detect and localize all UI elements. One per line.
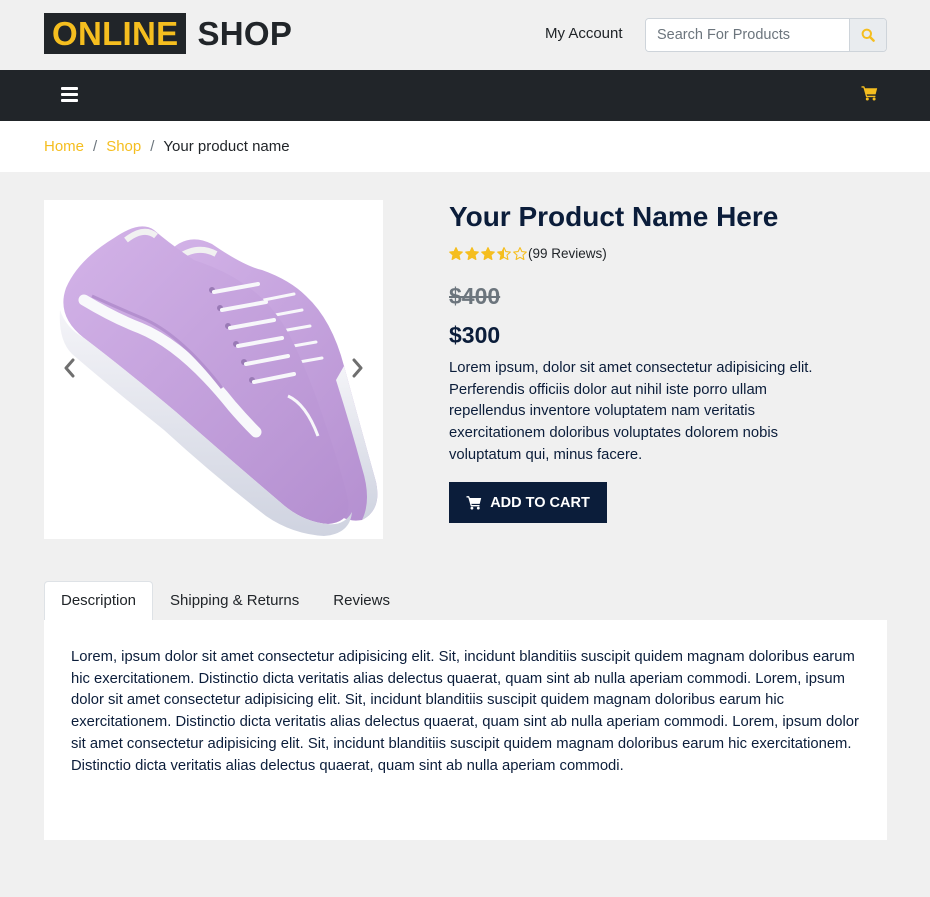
logo-online-text: ONLINE bbox=[44, 13, 187, 54]
star-empty-icon bbox=[513, 247, 527, 260]
old-price: $400 bbox=[449, 283, 501, 309]
search-icon bbox=[861, 28, 875, 42]
site-header: ONLINE SHOP My Account bbox=[0, 0, 930, 70]
cart-button[interactable] bbox=[861, 85, 878, 106]
my-account-link[interactable]: My Account bbox=[545, 24, 623, 44]
breadcrumb-current: Your product name bbox=[163, 138, 290, 155]
product-title: Your Product Name Here bbox=[449, 201, 779, 232]
tab-description[interactable]: Description bbox=[44, 581, 154, 620]
chevron-left-icon bbox=[64, 358, 75, 378]
breadcrumb-separator: / bbox=[150, 138, 155, 155]
front-shoe bbox=[59, 226, 352, 536]
add-to-cart-button[interactable]: ADD TO CART bbox=[449, 482, 607, 523]
star-full-icon bbox=[481, 247, 495, 260]
breadcrumb: Home / Shop / Your product name bbox=[44, 137, 290, 157]
product-rating: (99 Reviews) bbox=[449, 246, 607, 261]
product-image bbox=[59, 226, 378, 536]
reviews-count[interactable]: (99 Reviews) bbox=[528, 246, 607, 261]
breadcrumb-separator: / bbox=[93, 138, 98, 155]
tab-description-text: Lorem, ipsum dolor sit amet consectetur … bbox=[71, 649, 859, 774]
product-tabs: Description Shipping & Returns Reviews bbox=[44, 581, 407, 620]
search-input[interactable] bbox=[646, 19, 849, 51]
search-box bbox=[645, 18, 887, 52]
cart-icon bbox=[466, 496, 482, 510]
add-to-cart-label: ADD TO CART bbox=[490, 494, 590, 511]
star-full-icon bbox=[449, 247, 463, 260]
main-navbar bbox=[0, 70, 930, 121]
search-button[interactable] bbox=[849, 19, 886, 51]
star-half-icon bbox=[497, 247, 511, 260]
new-price: $300 bbox=[449, 322, 501, 348]
chevron-right-icon bbox=[352, 358, 363, 378]
breadcrumb-shop[interactable]: Shop bbox=[106, 137, 141, 157]
breadcrumb-home[interactable]: Home bbox=[44, 137, 84, 157]
cart-icon bbox=[861, 86, 878, 101]
hamburger-menu-icon[interactable] bbox=[61, 87, 78, 103]
rating-stars bbox=[449, 247, 527, 260]
logo-shop-text: SHOP bbox=[197, 14, 293, 52]
tab-shipping-returns[interactable]: Shipping & Returns bbox=[153, 581, 316, 620]
product-image-carousel bbox=[44, 200, 383, 539]
breadcrumb-bar: Home / Shop / Your product name bbox=[0, 121, 930, 172]
site-logo[interactable]: ONLINE SHOP bbox=[44, 13, 292, 54]
carousel-prev-button[interactable] bbox=[64, 358, 76, 383]
tab-reviews[interactable]: Reviews bbox=[316, 581, 407, 620]
star-full-icon bbox=[465, 247, 479, 260]
product-description: Lorem ipsum, dolor sit amet consectetur … bbox=[449, 360, 813, 463]
carousel-next-button[interactable] bbox=[351, 358, 363, 383]
tab-content-panel: Lorem, ipsum dolor sit amet consectetur … bbox=[44, 620, 887, 840]
